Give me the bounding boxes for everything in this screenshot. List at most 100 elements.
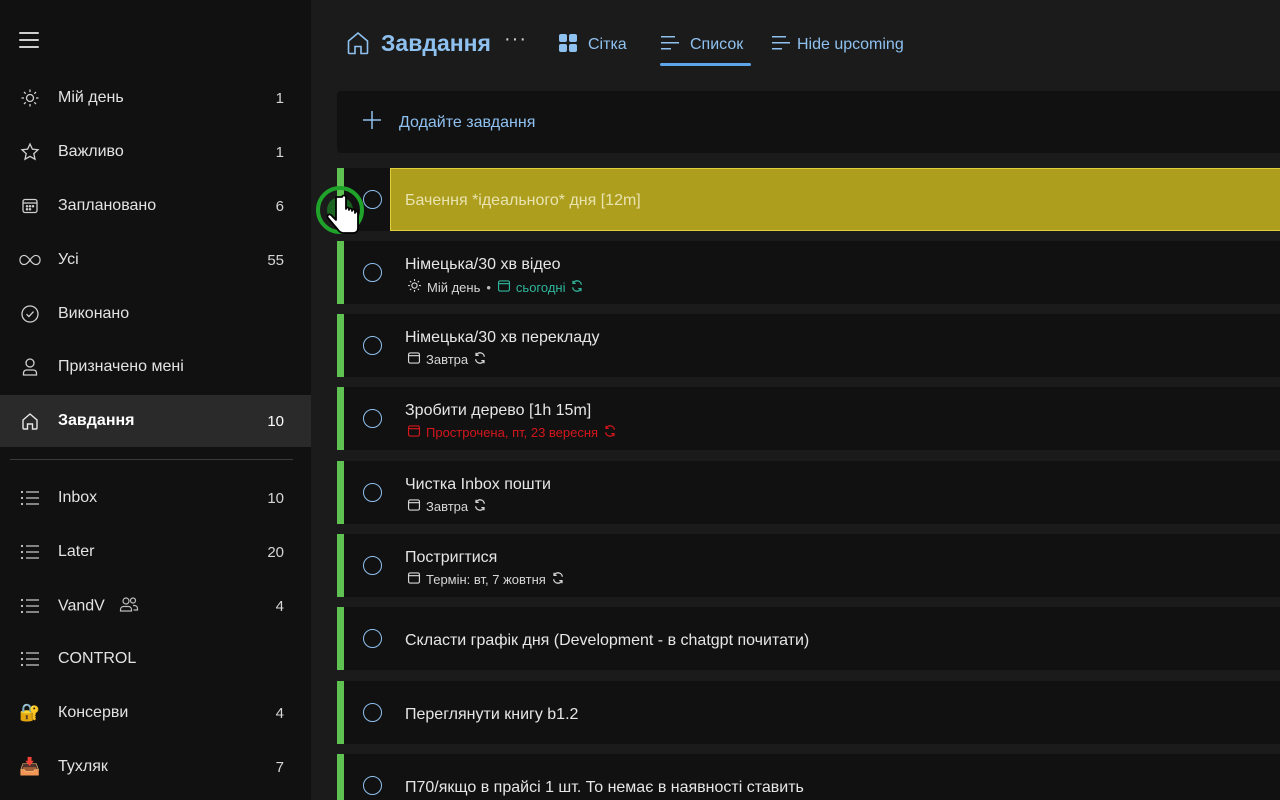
sidebar-item-all[interactable]: Усі 55	[0, 234, 311, 286]
task-title: Німецька/30 хв відео	[405, 256, 561, 273]
list-icon	[19, 648, 41, 670]
view-label: Hide upcoming	[797, 36, 904, 53]
repeat-icon	[570, 279, 589, 296]
complete-checkbox[interactable]	[363, 263, 382, 282]
list-icon	[19, 487, 41, 509]
complete-checkbox[interactable]	[363, 409, 382, 428]
sidebar-item-tasks[interactable]: Завдання 10	[0, 395, 311, 447]
page-title: Завдання	[381, 30, 491, 56]
calendar-icon	[407, 571, 426, 588]
repeat-icon	[551, 571, 570, 588]
list-view-icon	[771, 34, 791, 57]
sidebar-item-assigned[interactable]: Призначено мені	[0, 341, 311, 393]
due-date-overdue: Прострочена, пт, 23 вересня	[426, 425, 599, 440]
task-title: П70/якщо в прайсі 1 шт. То немає в наявн…	[405, 779, 804, 796]
task-item[interactable]: Переглянути книгу b1.2	[337, 681, 1280, 744]
task-meta: Прострочена, пт, 23 вересня	[407, 424, 622, 441]
task-item[interactable]: П70/якщо в прайсі 1 шт. То немає в наявн…	[337, 754, 1280, 800]
due-date: Завтра	[426, 499, 469, 514]
view-label: Список	[690, 36, 744, 53]
task-title: Переглянути книгу b1.2	[405, 706, 579, 723]
pointer-cursor-icon	[314, 183, 366, 258]
calendar-icon	[497, 279, 516, 296]
list-icon	[19, 541, 41, 563]
star-icon	[19, 141, 41, 163]
calendar-icon	[19, 195, 41, 217]
sidebar-item-label: Виконано	[58, 305, 130, 322]
infinity-icon	[19, 249, 41, 271]
sidebar-item-count: 1	[275, 143, 284, 161]
task-item[interactable]: Німецька/30 хв перекладу Завтра	[337, 314, 1280, 377]
sidebar-item-completed[interactable]: Виконано	[0, 288, 311, 340]
calendar-icon	[407, 498, 426, 515]
sidebar-item-control[interactable]: CONTROL	[0, 633, 311, 685]
list-color-bar	[337, 387, 344, 450]
sidebar-item-label: Заплановано	[58, 197, 157, 214]
view-list-button[interactable]: Список	[660, 30, 752, 66]
list-color-bar	[337, 754, 344, 800]
sidebar-item-count: 20	[267, 543, 284, 561]
sidebar-item-label: Консерви	[58, 704, 129, 721]
home-icon	[19, 410, 41, 432]
complete-checkbox[interactable]	[363, 703, 382, 722]
add-task-placeholder: Додайте завдання	[399, 114, 536, 131]
task-title: Бачення *ідеального* дня [12m]	[405, 192, 641, 209]
task-item[interactable]: Скласти графік дня (Development - в chat…	[337, 607, 1280, 670]
person-icon	[19, 356, 41, 378]
sidebar-item-label: Завдання	[58, 412, 135, 429]
due-date: сьогодні	[515, 279, 566, 295]
sidebar-item-count: 55	[267, 251, 284, 269]
list-color-bar	[337, 681, 344, 744]
complete-checkbox[interactable]	[363, 483, 382, 502]
task-item[interactable]: Чистка Inbox пошти Завтра	[337, 461, 1280, 524]
task-item[interactable]: Бачення *ідеального* дня [12m]	[337, 168, 1280, 231]
list-color-bar	[337, 534, 344, 597]
main-panel: Завдання ··· Сітка Список Hide upcoming …	[311, 0, 1280, 800]
more-options-button[interactable]: ···	[504, 28, 527, 51]
sun-icon	[407, 278, 427, 296]
task-item[interactable]: Зробити дерево [1h 15m] Прострочена, пт,…	[337, 387, 1280, 450]
hide-upcoming-button[interactable]: Hide upcoming	[771, 30, 904, 60]
calendar-icon	[407, 424, 426, 441]
check-circle-icon	[19, 303, 41, 325]
complete-checkbox[interactable]	[363, 336, 382, 355]
view-grid-button[interactable]: Сітка	[558, 30, 627, 60]
sidebar-item-my-day[interactable]: Мій день 1	[0, 72, 311, 124]
task-item[interactable]: Постригтися Термін: вт, 7 жовтня	[337, 534, 1280, 597]
due-date: Термін: вт, 7 жовтня	[426, 572, 546, 587]
sidebar-item-vandv[interactable]: VandV 4	[0, 580, 311, 632]
calendar-icon	[407, 351, 426, 368]
inbox-tray-emoji-icon: 📥	[19, 757, 41, 776]
due-date: Завтра	[426, 352, 469, 367]
sidebar: Мій день 1 Важливо 1 Заплановано 6 Усі 5…	[0, 0, 311, 800]
sidebar-item-inbox[interactable]: Inbox 10	[0, 472, 311, 524]
sidebar-item-label: Важливо	[58, 143, 124, 160]
list-color-bar	[337, 314, 344, 377]
sidebar-item-count: 4	[275, 704, 284, 722]
view-label: Сітка	[588, 36, 627, 53]
add-task-input[interactable]: Додайте завдання	[337, 91, 1280, 153]
sidebar-item-later[interactable]: Later 20	[0, 526, 311, 578]
home-icon	[346, 30, 370, 61]
repeat-icon	[473, 351, 492, 368]
sidebar-item-tukhliak[interactable]: 📥 Тухляк 7	[0, 741, 311, 793]
task-meta: Завтра	[407, 351, 492, 368]
complete-checkbox[interactable]	[363, 629, 382, 648]
hamburger-icon[interactable]	[19, 32, 39, 48]
task-title: Німецька/30 хв перекладу	[405, 329, 600, 346]
sidebar-item-important[interactable]: Важливо 1	[0, 126, 311, 178]
sidebar-item-planned[interactable]: Заплановано 6	[0, 180, 311, 232]
list-color-bar	[337, 607, 344, 670]
lock-emoji-icon: 🔐	[19, 703, 41, 722]
complete-checkbox[interactable]	[363, 776, 382, 795]
sidebar-item-konservy[interactable]: 🔐 Консерви 4	[0, 687, 311, 739]
list-view-icon	[660, 34, 680, 57]
complete-checkbox[interactable]	[363, 556, 382, 575]
sidebar-item-label: VandV	[58, 597, 105, 615]
repeat-icon	[473, 498, 492, 515]
sidebar-item-count: 4	[275, 597, 284, 615]
repeat-icon	[603, 424, 622, 441]
task-item[interactable]: Німецька/30 хв відео Мій день • сьогодні	[337, 241, 1280, 304]
sidebar-item-count: 6	[275, 197, 284, 215]
sidebar-item-label: Тухляк	[58, 758, 108, 775]
